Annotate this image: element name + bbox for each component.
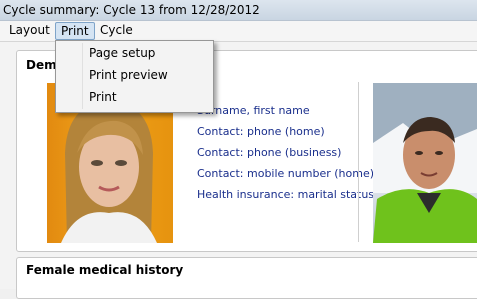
menu-item-print[interactable]: Print: [89, 87, 117, 107]
menu-bar: Layout Print Cycle: [0, 21, 477, 42]
field-phone-home: Contact: phone (home): [197, 125, 325, 138]
menu-print[interactable]: Print: [55, 22, 95, 40]
field-mobile-home: Contact: mobile number (home): [197, 167, 374, 180]
history-title: Female medical history: [26, 263, 184, 277]
field-phone-business: Contact: phone (business): [197, 146, 342, 159]
menu-cycle[interactable]: Cycle: [95, 22, 138, 39]
menu-layout[interactable]: Layout: [4, 22, 55, 39]
menu-item-print-preview[interactable]: Print preview: [89, 65, 168, 85]
menu-gutter: [82, 43, 83, 109]
patient-photo-male: [373, 83, 477, 243]
menu-item-page-setup[interactable]: Page setup: [89, 43, 155, 63]
window-title-bar: Cycle summary: Cycle 13 from 12/28/2012: [0, 0, 477, 21]
window-title: Cycle summary: Cycle 13 from 12/28/2012: [3, 3, 260, 17]
field-health-insurance: Health insurance: marital status: [197, 188, 375, 201]
column-divider: [358, 82, 359, 242]
print-dropdown-menu: Page setup Print preview Print: [55, 40, 214, 113]
